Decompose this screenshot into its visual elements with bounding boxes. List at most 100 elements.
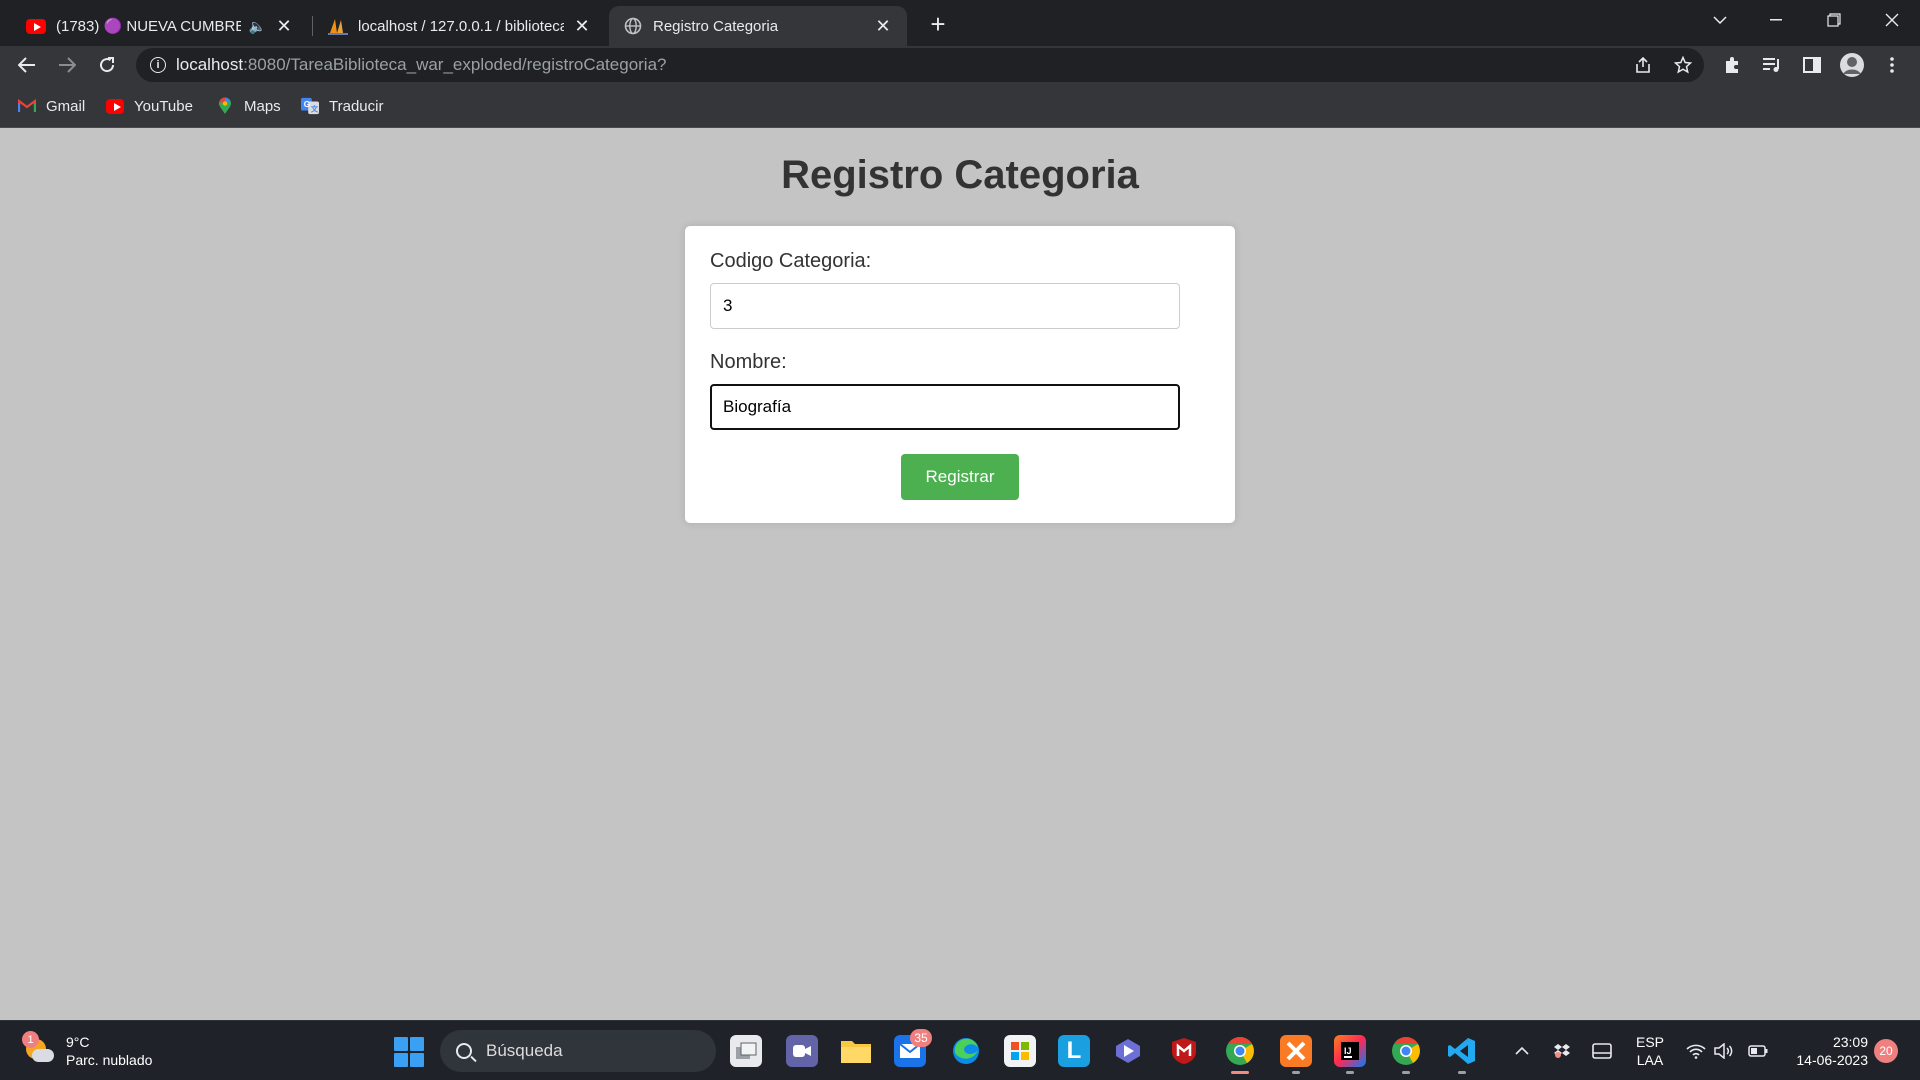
chrome-profile-running-indicator: [1402, 1071, 1410, 1074]
notification-count-badge[interactable]: 20: [1874, 1039, 1898, 1063]
language-code: ESP: [1636, 1034, 1665, 1050]
clock-time: 23:09: [1832, 1034, 1868, 1050]
show-hidden-icons-chevron-icon[interactable]: [1510, 1039, 1534, 1063]
battery-icon[interactable]: [1746, 1039, 1770, 1063]
maps-icon: [216, 97, 234, 115]
microsoft-store-icon[interactable]: [1004, 1035, 1036, 1067]
tab-strip: (1783) 🟣 NUEVA CUMBRE BA 🔈 ✕ localhost /…: [0, 0, 1920, 46]
page-title: Registro Categoria: [781, 153, 1139, 197]
tab-title: localhost / 127.0.0.1 / bibliotecad: [358, 17, 564, 35]
weather-temperature: 9°C: [66, 1034, 90, 1050]
tab-separator: [312, 16, 313, 36]
tab-phpmyadmin[interactable]: localhost / 127.0.0.1 / bibliotecad ✕: [314, 6, 606, 46]
site-info-icon[interactable]: i: [150, 57, 166, 73]
tab-title: Registro Categoria: [653, 17, 779, 35]
registrar-button[interactable]: Registrar: [901, 454, 1019, 500]
windows-start-icon[interactable]: [394, 1037, 424, 1067]
svg-text:IJ: IJ: [1344, 1046, 1352, 1056]
close-window-icon[interactable]: [1864, 0, 1920, 40]
chrome-profile-icon[interactable]: [1390, 1035, 1422, 1067]
intellij-icon[interactable]: IJ: [1334, 1035, 1366, 1067]
vscode-icon[interactable]: [1446, 1035, 1478, 1067]
youtube-icon: [26, 16, 46, 36]
weather-description: Parc. nublado: [66, 1052, 153, 1068]
vscode-running-indicator: [1458, 1071, 1466, 1074]
gmail-icon: [18, 97, 36, 115]
globe-icon: [623, 16, 643, 36]
bookmarks-bar: Gmail YouTube Maps G文 Traducir: [0, 84, 1920, 128]
url-host: localhost: [176, 55, 244, 74]
svg-text:文: 文: [310, 104, 319, 113]
codigo-categoria-label: Codigo Categoria:: [710, 250, 872, 272]
codigo-categoria-input[interactable]: [710, 283, 1180, 329]
bookmark-gmail[interactable]: Gmail: [18, 94, 85, 118]
restore-icon[interactable]: [1806, 0, 1862, 40]
xampp-icon[interactable]: [1280, 1035, 1312, 1067]
nombre-input[interactable]: [710, 384, 1180, 430]
clock-date: 14-06-2023: [1796, 1052, 1868, 1068]
intellij-running-indicator: [1346, 1071, 1354, 1074]
side-panel-icon[interactable]: [1796, 49, 1828, 81]
forward-arrow-icon[interactable]: [51, 49, 83, 81]
registro-categoria-form: Codigo Categoria: Nombre: Registrar: [685, 226, 1235, 523]
reload-icon[interactable]: [91, 49, 123, 81]
back-arrow-icon[interactable]: [11, 49, 43, 81]
speaker-icon[interactable]: 🔈: [249, 18, 266, 35]
close-icon[interactable]: ✕: [572, 16, 592, 36]
search-placeholder: Búsqueda: [486, 1041, 563, 1060]
media-control-icon[interactable]: [1756, 49, 1788, 81]
phpmyadmin-icon: [328, 16, 348, 36]
translate-icon: G文: [301, 97, 319, 115]
bookmark-label: Traducir: [329, 97, 384, 115]
bookmark-star-icon[interactable]: [1668, 50, 1698, 80]
tab-youtube[interactable]: (1783) 🟣 NUEVA CUMBRE BA 🔈 ✕: [12, 6, 308, 46]
share-icon[interactable]: [1628, 50, 1658, 80]
new-tab-button[interactable]: +: [922, 8, 954, 40]
address-bar[interactable]: i localhost:8080/TareaBiblioteca_war_exp…: [136, 48, 1704, 82]
tab-registro-categoria[interactable]: Registro Categoria ✕: [609, 6, 907, 46]
close-icon[interactable]: ✕: [873, 16, 893, 36]
menu-kebab-icon[interactable]: [1876, 49, 1908, 81]
mcafee-icon[interactable]: [1168, 1035, 1200, 1067]
bookmark-translate[interactable]: G文 Traducir: [301, 94, 383, 118]
task-view-icon[interactable]: [730, 1035, 762, 1067]
xampp-running-indicator: [1292, 1071, 1300, 1074]
mail-unread-badge: 35: [910, 1029, 932, 1047]
bookmark-maps[interactable]: Maps: [216, 94, 281, 118]
minimize-icon[interactable]: [1748, 0, 1804, 40]
bookmark-label: Maps: [244, 97, 281, 115]
input-language[interactable]: ESP LAA: [1636, 1033, 1664, 1069]
volume-icon[interactable]: [1712, 1039, 1736, 1063]
extensions-icon[interactable]: [1716, 49, 1748, 81]
system-clock[interactable]: 23:09 14-06-2023: [1778, 1033, 1868, 1069]
page-viewport: Registro Categoria Codigo Categoria: Nom…: [0, 129, 1920, 1020]
browser-toolbar: i localhost:8080/TareaBiblioteca_war_exp…: [0, 46, 1920, 84]
tab-search-icon[interactable]: [1692, 0, 1748, 40]
keyboard-layout: LAA: [1636, 1052, 1664, 1068]
wifi-icon[interactable]: [1684, 1039, 1708, 1063]
bookmark-youtube[interactable]: YouTube: [106, 94, 193, 118]
svg-text:G: G: [304, 100, 310, 109]
partly-cloudy-icon: 1: [22, 1031, 56, 1067]
bookmark-label: YouTube: [134, 97, 193, 115]
url-path: :8080/TareaBiblioteca_war_exploded/regis…: [243, 55, 667, 74]
edge-icon[interactable]: [950, 1035, 982, 1067]
bookmark-label: Gmail: [46, 97, 86, 115]
close-icon[interactable]: ✕: [274, 16, 294, 36]
search-icon: [456, 1043, 472, 1059]
dropbox-icon[interactable]: [1550, 1039, 1574, 1063]
tablet-mode-icon[interactable]: [1590, 1039, 1614, 1063]
chrome-active-indicator: [1231, 1071, 1249, 1074]
weather-alert-badge: 1: [22, 1031, 39, 1048]
chrome-icon[interactable]: [1224, 1035, 1256, 1067]
weather-widget[interactable]: 1 9°C Parc. nublado: [22, 1031, 153, 1071]
l-app-icon[interactable]: L: [1058, 1035, 1090, 1067]
taskbar: 1 9°C Parc. nublado Búsqueda 35 L IJ ESP…: [0, 1020, 1920, 1080]
nombre-label: Nombre:: [710, 351, 787, 373]
youtube-icon: [106, 97, 124, 115]
bing-app-icon[interactable]: [1112, 1035, 1144, 1067]
teams-chat-icon[interactable]: [786, 1035, 818, 1067]
profile-avatar[interactable]: [1836, 49, 1868, 81]
file-explorer-icon[interactable]: [840, 1035, 872, 1067]
taskbar-search[interactable]: Búsqueda: [440, 1030, 716, 1072]
